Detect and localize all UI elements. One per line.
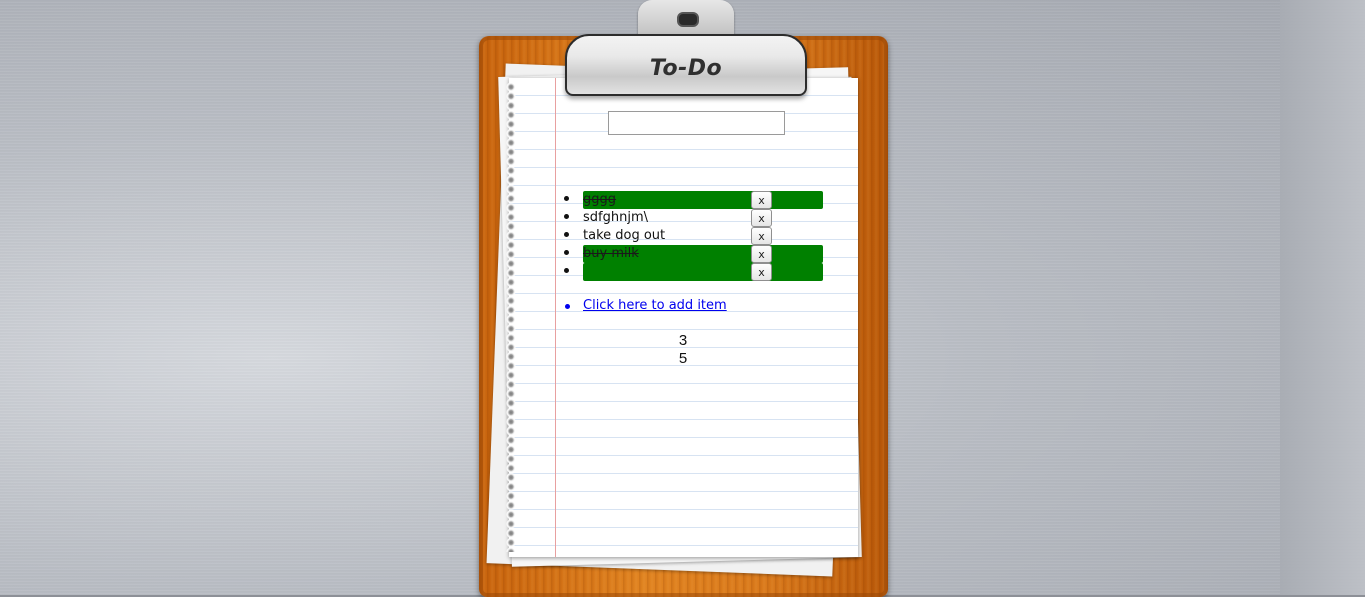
remaining-count: 3 bbox=[678, 332, 688, 349]
clipboard-clip: To-Do bbox=[565, 0, 807, 96]
bullet-icon bbox=[564, 196, 569, 201]
bullet-icon bbox=[565, 304, 570, 309]
todo-item[interactable]: buy milk x bbox=[564, 245, 826, 263]
remove-item-button[interactable]: x bbox=[751, 245, 772, 263]
add-item-link[interactable]: Click here to add item bbox=[583, 298, 727, 313]
spiral-binding bbox=[505, 82, 517, 552]
new-item-input[interactable] bbox=[608, 111, 785, 135]
todo-item[interactable]: take dog out x bbox=[564, 227, 826, 245]
remove-item-button[interactable]: x bbox=[751, 191, 772, 209]
todo-item-text[interactable]: buy milk bbox=[583, 246, 639, 262]
background-panel bbox=[1280, 0, 1365, 597]
paper-sheet bbox=[505, 78, 858, 557]
todo-item-text[interactable]: take dog out bbox=[583, 228, 665, 244]
remove-item-button[interactable]: x bbox=[751, 263, 772, 281]
clip-hole bbox=[677, 12, 699, 27]
todo-list: gggg x sdfghnjm\ x take dog out x buy mi… bbox=[564, 191, 826, 281]
todo-item[interactable]: sdfghnjm\ x bbox=[564, 209, 826, 227]
remove-item-button[interactable]: x bbox=[751, 227, 772, 245]
clip-body: To-Do bbox=[565, 34, 807, 96]
remove-item-button[interactable]: x bbox=[751, 209, 772, 227]
todo-item-text[interactable]: gggg bbox=[583, 192, 616, 208]
bullet-icon bbox=[564, 268, 569, 273]
bullet-icon bbox=[564, 232, 569, 237]
app-title: To-Do bbox=[649, 56, 723, 81]
total-count: 5 bbox=[678, 350, 688, 367]
bullet-icon bbox=[564, 214, 569, 219]
item-counts: 3 5 bbox=[643, 332, 723, 368]
todo-item-text[interactable]: sdfghnjm\ bbox=[583, 210, 648, 226]
todo-item[interactable]: x bbox=[564, 263, 826, 281]
done-highlight bbox=[583, 263, 823, 281]
todo-item[interactable]: gggg x bbox=[564, 191, 826, 209]
done-highlight bbox=[583, 191, 823, 209]
bullet-icon bbox=[564, 250, 569, 255]
